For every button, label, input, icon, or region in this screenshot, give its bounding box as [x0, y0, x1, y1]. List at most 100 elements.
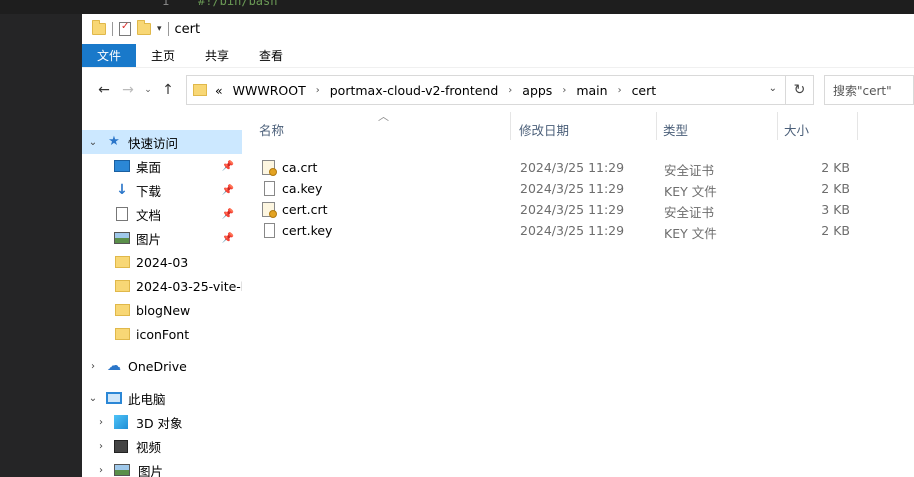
new-folder-icon[interactable]: [137, 20, 151, 35]
file-explorer-window: ▾ cert 文件 主页 共享 查看 ← → ⌄ ↑ « WWWROOT › p…: [82, 14, 914, 477]
file-row[interactable]: ca.crt 2024/3/25 11:29 安全证书 2 KB: [242, 157, 914, 178]
video-icon: [114, 439, 128, 453]
folder-icon: [115, 304, 130, 316]
back-button[interactable]: ←: [92, 82, 116, 98]
sidebar-item-pictures-pc[interactable]: › 图片: [82, 458, 242, 477]
file-row[interactable]: cert.crt 2024/3/25 11:29 安全证书 3 KB: [242, 199, 914, 220]
column-size[interactable]: 大小: [784, 120, 809, 139]
document-icon: [116, 207, 128, 221]
file-row[interactable]: cert.key 2024/3/25 11:29 KEY 文件 2 KB: [242, 220, 914, 241]
file-name: ca.key: [282, 181, 323, 196]
chevron-right-icon[interactable]: ›: [94, 465, 108, 476]
up-button[interactable]: ↑: [156, 82, 180, 98]
sidebar-item-desktop[interactable]: 桌面 📌: [82, 154, 242, 178]
toolbar-divider: [112, 22, 113, 36]
file-type: KEY 文件: [664, 184, 717, 199]
customize-toolbar-icon[interactable]: ▾: [157, 24, 162, 34]
file-date: 2024/3/25 11:29: [520, 160, 625, 175]
column-date[interactable]: 修改日期: [519, 120, 569, 139]
file-row[interactable]: ca.key 2024/3/25 11:29 KEY 文件 2 KB: [242, 178, 914, 199]
file-list: ︿ 名称 修改日期 类型 大小 ca.crt 2024/3/25 11:29 安…: [242, 110, 914, 477]
sidebar-item-this-pc[interactable]: ⌄ 此电脑: [82, 386, 242, 410]
folder-icon: [115, 280, 130, 292]
chevron-right-icon[interactable]: ›: [94, 417, 108, 428]
file-size: 2 KB: [821, 160, 850, 175]
properties-icon[interactable]: [119, 21, 131, 36]
sidebar-item-label: 此电脑: [128, 391, 166, 407]
pin-icon: 📌: [221, 232, 234, 244]
column-divider[interactable]: [510, 112, 511, 140]
chevron-down-icon[interactable]: ⌄: [769, 83, 777, 94]
picture-icon: [114, 232, 130, 244]
refresh-button[interactable]: ↻: [786, 75, 814, 105]
chevron-right-icon[interactable]: ›: [86, 361, 100, 372]
file-type: 安全证书: [664, 205, 715, 220]
sidebar-item-folder[interactable]: 2024-03: [82, 250, 242, 274]
chevron-down-icon[interactable]: ⌄: [86, 137, 100, 148]
column-divider[interactable]: [777, 112, 778, 140]
editor-code-line: #!/bin/bash: [198, 0, 278, 8]
editor-line-number: 1: [162, 0, 170, 8]
sidebar-item-documents[interactable]: 文档 📌: [82, 202, 242, 226]
cloud-icon: ☁: [107, 358, 121, 374]
file-date: 2024/3/25 11:29: [520, 181, 625, 196]
sidebar-item-label: OneDrive: [128, 358, 187, 374]
search-input[interactable]: 搜索"cert": [824, 75, 914, 105]
chevron-right-icon[interactable]: ›: [94, 441, 108, 452]
file-name: ca.crt: [282, 160, 318, 175]
chevron-right-icon[interactable]: ›: [316, 85, 320, 96]
editor-background: 1 #!/bin/bash: [0, 0, 914, 14]
chevron-right-icon[interactable]: ›: [562, 85, 566, 96]
sidebar-item-videos[interactable]: › 视频: [82, 434, 242, 458]
sort-ascending-icon: ︿: [378, 110, 389, 123]
recent-locations-button[interactable]: ⌄: [140, 85, 156, 95]
sidebar-item-downloads[interactable]: ↓ 下载 📌: [82, 178, 242, 202]
tab-view[interactable]: 查看: [244, 44, 298, 67]
ribbon-tabs: 文件 主页 共享 查看: [82, 44, 914, 68]
sidebar-item-pictures[interactable]: 图片 📌: [82, 226, 242, 250]
toolbar-divider: [167, 22, 169, 36]
forward-button[interactable]: →: [116, 82, 140, 98]
pin-icon: 📌: [221, 184, 234, 196]
window-title: cert: [174, 21, 201, 37]
sidebar-item-onedrive[interactable]: › ☁ OneDrive: [82, 354, 242, 378]
file-date: 2024/3/25 11:29: [520, 202, 625, 217]
certificate-icon: [262, 160, 277, 176]
tab-share[interactable]: 共享: [190, 44, 244, 67]
chevron-right-icon[interactable]: ›: [508, 85, 512, 96]
desktop-icon: [114, 160, 130, 172]
sidebar-item-folder[interactable]: iconFont: [82, 322, 242, 346]
address-bar[interactable]: « WWWROOT › portmax-cloud-v2-frontend › …: [186, 75, 786, 105]
breadcrumb-apps[interactable]: apps: [522, 83, 552, 98]
explorer-body: ⌄ ★ 快速访问 桌面 📌 ↓ 下载 📌 文档 📌 图片 📌 2024-03 2…: [82, 110, 914, 477]
chevron-right-icon[interactable]: ›: [618, 85, 622, 96]
download-icon: ↓: [116, 182, 128, 198]
sidebar-item-quick-access[interactable]: ⌄ ★ 快速访问: [82, 130, 242, 154]
column-name[interactable]: 名称: [259, 120, 284, 139]
breadcrumb-overflow[interactable]: «: [215, 83, 223, 98]
tab-home[interactable]: 主页: [136, 44, 190, 67]
sidebar-item-folder[interactable]: 2024-03-25-vite-h: [82, 274, 242, 298]
column-divider[interactable]: [857, 112, 858, 140]
breadcrumb-cert[interactable]: cert: [632, 83, 657, 98]
file-icon: [264, 223, 275, 238]
quick-access-toolbar: ▾: [92, 20, 169, 36]
sidebar-item-label: blogNew: [136, 302, 191, 318]
column-type[interactable]: 类型: [663, 120, 688, 139]
sidebar-item-label: 快速访问: [128, 135, 179, 151]
breadcrumb-wwwroot[interactable]: WWWROOT: [233, 83, 306, 98]
sidebar-item-label: 2024-03-25-vite-h: [136, 278, 242, 294]
sidebar-item-label: 桌面: [136, 159, 162, 175]
column-divider[interactable]: [656, 112, 657, 140]
sidebar-item-label: iconFont: [136, 326, 190, 342]
chevron-down-icon[interactable]: ⌄: [86, 393, 100, 404]
tab-file[interactable]: 文件: [82, 44, 137, 67]
sidebar-item-label: 下载: [136, 183, 162, 199]
breadcrumb-portmax[interactable]: portmax-cloud-v2-frontend: [330, 83, 499, 98]
column-header-row: ︿ 名称 修改日期 类型 大小: [242, 110, 914, 144]
certificate-icon: [262, 202, 277, 218]
sidebar-item-3d-objects[interactable]: › 3D 对象: [82, 410, 242, 434]
file-size: 3 KB: [821, 202, 850, 217]
sidebar-item-folder[interactable]: blogNew: [82, 298, 242, 322]
breadcrumb-main[interactable]: main: [576, 83, 607, 98]
